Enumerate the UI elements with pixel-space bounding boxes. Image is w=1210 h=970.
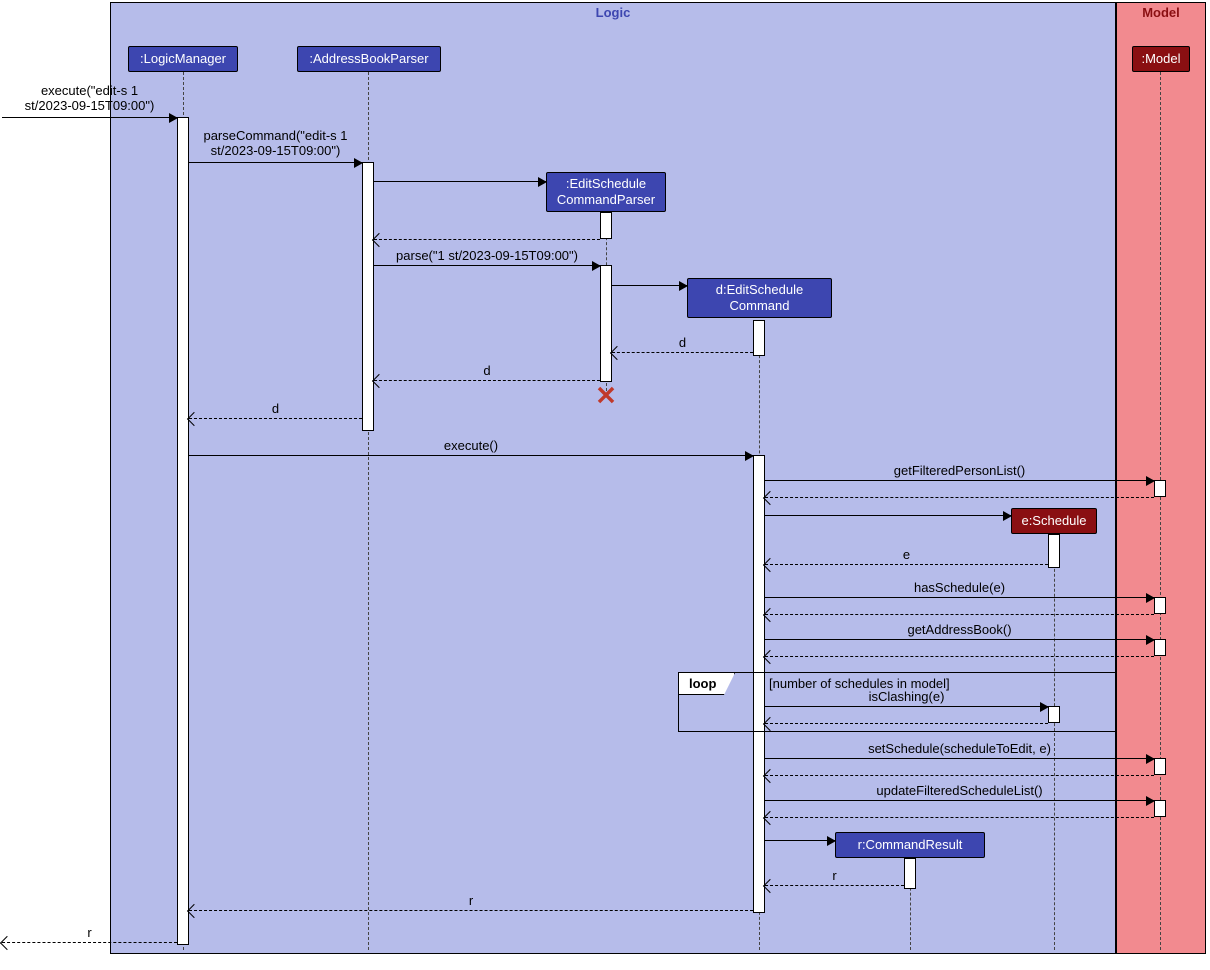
msg-getaddressbook: getAddressBook(): [765, 639, 1154, 640]
arrow-right-icon: [1146, 635, 1155, 645]
msg-return-r2: r: [189, 910, 753, 911]
msg-return-r3: r: [2, 942, 177, 943]
msg-getfilteredpersonlist: getFilteredPersonList(): [765, 480, 1154, 481]
participant-addressbookparser: :AddressBookParser: [297, 46, 441, 72]
arrow-right-icon: [1146, 754, 1155, 764]
msg-return-d1: d: [612, 352, 753, 353]
msg-return-getfilteredpersonlist: [765, 497, 1154, 498]
arrow-right-icon: [1146, 593, 1155, 603]
msg-hasschedule: hasSchedule(e): [765, 597, 1154, 598]
participant-logicmanager: :LogicManager: [128, 46, 238, 72]
activation-logicmanager: [177, 117, 189, 945]
arrow-right-icon: [745, 451, 754, 461]
activation-model-5: [1154, 800, 1166, 817]
msg-return-hasschedule: [765, 614, 1154, 615]
activation-editschedulecommandparser-2: [600, 265, 612, 382]
arrow-right-icon: [1146, 476, 1155, 486]
region-logic-title: Logic: [111, 3, 1115, 22]
lifeline-model: [1160, 72, 1161, 950]
arrow-right-icon: [592, 261, 601, 271]
msg-return-getaddressbook: [765, 656, 1154, 657]
msg-return-r1: r: [765, 885, 904, 886]
activation-schedule-create: [1048, 534, 1060, 568]
region-model-title: Model: [1117, 3, 1205, 22]
msg-setschedule: setSchedule(scheduleToEdit, e): [765, 758, 1154, 759]
msg-return-updatefilteredschedulelist: [765, 817, 1154, 818]
msg-create-escp: [374, 181, 546, 182]
msg-updatefilteredschedulelist: updateFilteredScheduleList(): [765, 800, 1154, 801]
msg-execute-call: execute(): [189, 455, 753, 456]
msg-return-escp-create: [374, 239, 600, 240]
msg-return-d2: d: [374, 380, 600, 381]
msg-create-esc: [612, 285, 687, 286]
msg-create-commandresult: [765, 840, 835, 841]
msg-parse: parse("1 st/2023-09-15T09:00"): [374, 265, 600, 266]
msg-return-isclashing: [765, 723, 1048, 724]
arrow-right-icon: [1040, 702, 1049, 712]
arrow-right-icon: [1146, 796, 1155, 806]
destroy-icon: ✕: [595, 381, 617, 412]
arrow-right-icon: [169, 113, 178, 123]
participant-editschedulecommand: d:EditSchedule Command: [687, 278, 832, 318]
participant-commandresult: r:CommandResult: [835, 832, 985, 858]
msg-return-e: e: [765, 564, 1048, 565]
msg-return-d3: d: [189, 418, 362, 419]
activation-editschedulecommandparser-1: [600, 212, 612, 239]
activation-model-3: [1154, 639, 1166, 656]
activation-addressbookparser: [362, 162, 374, 431]
msg-return-setschedule: [765, 775, 1154, 776]
msg-execute-entry: execute("edit-s 1 st/2023-09-15T09:00"): [2, 117, 177, 118]
arrow-left-open-icon: [0, 936, 14, 950]
msg-create-schedule: [765, 515, 1011, 516]
participant-schedule: e:Schedule: [1011, 508, 1097, 534]
activation-editschedulecommand-create: [753, 320, 765, 356]
activation-model-2: [1154, 597, 1166, 614]
activation-model-4: [1154, 758, 1166, 775]
sequence-diagram: Logic Model :LogicManager :AddressBookPa…: [0, 0, 1210, 970]
participant-model: :Model: [1132, 46, 1190, 72]
msg-isclashing: isClashing(e): [765, 706, 1048, 707]
msg-parsecommand: parseCommand("edit-s 1 st/2023-09-15T09:…: [189, 162, 362, 163]
fragment-loop-label: loop: [678, 672, 735, 695]
participant-editschedulecommandparser: :EditSchedule CommandParser: [546, 172, 666, 212]
arrow-right-icon: [354, 158, 363, 168]
activation-model-1: [1154, 480, 1166, 497]
activation-commandresult: [904, 858, 916, 889]
